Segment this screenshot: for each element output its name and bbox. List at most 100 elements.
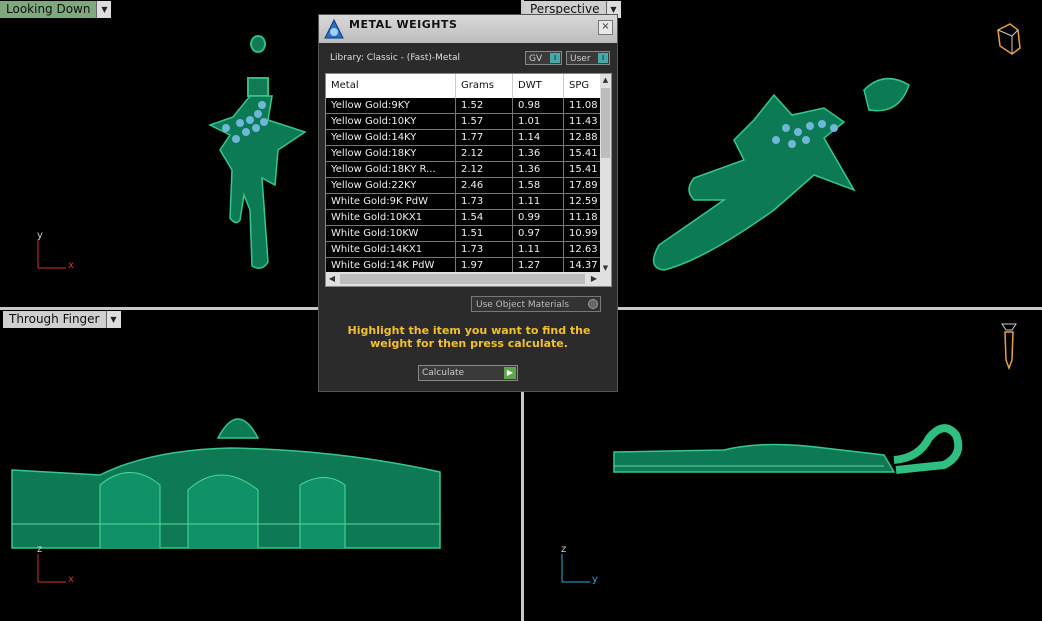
cell-grams: 1.52 [456,98,513,113]
scroll-up-icon[interactable]: ▲ [600,74,611,86]
scroll-right-icon[interactable]: ▶ [588,272,600,286]
cell-dwt: 1.36 [513,146,564,161]
horizontal-scrollbar[interactable]: ◀ ▶ [326,272,611,286]
toggle-switch-icon: I [598,53,608,63]
cell-spg: 11.08 [564,98,601,113]
radio-icon[interactable] [588,299,598,309]
cell-dwt: 1.11 [513,194,564,209]
cell-grams: 1.97 [456,258,513,273]
cell-dwt: 1.01 [513,114,564,129]
cell-spg: 11.43 [564,114,601,129]
dialog-title: METAL WEIGHTS [349,18,458,31]
user-toggle[interactable]: User I [566,51,610,65]
axis-label-z: z [561,544,567,555]
cell-metal: White Gold:10KW [326,226,456,241]
dialog-title-bar[interactable]: METAL WEIGHTS × [319,15,617,43]
instruction-text: Highlight the item you want to find the … [347,324,591,350]
cell-grams: 2.12 [456,146,513,161]
library-label: Library: Classic - (Fast)-Metal [330,53,461,63]
cell-spg: 12.59 [564,194,601,209]
cell-metal: Yellow Gold:14KY [326,130,456,145]
cell-metal: Yellow Gold:18KY [326,146,456,161]
scroll-thumb[interactable] [601,88,610,158]
table-row[interactable]: Yellow Gold:9KY 1.52 0.98 11.08 [326,98,601,114]
cell-dwt: 0.97 [513,226,564,241]
cell-grams: 1.73 [456,194,513,209]
cell-spg: 11.18 [564,210,601,225]
close-button[interactable]: × [598,20,613,35]
table-row[interactable]: White Gold:10KX1 1.54 0.99 11.18 [326,210,601,226]
cell-dwt: 1.58 [513,178,564,193]
app-logo-icon [324,18,344,39]
axis-gizmo: z y [558,544,608,591]
axis-label-x: x [68,574,74,585]
cell-grams: 1.77 [456,130,513,145]
table-row[interactable]: Yellow Gold:14KY 1.77 1.14 12.88 [326,130,601,146]
cell-metal: White Gold:9K PdW [326,194,456,209]
toggle-switch-icon: I [550,53,560,63]
cell-spg: 10.99 [564,226,601,241]
cell-spg: 17.89 [564,178,601,193]
table-row[interactable]: White Gold:14KX1 1.73 1.11 12.63 [326,242,601,258]
view-cube-icon[interactable] [994,320,1024,374]
column-header-dwt[interactable]: DWT [513,74,564,98]
table-body: Yellow Gold:9KY 1.52 0.98 11.08 Yellow Gold:… [326,98,601,274]
cell-dwt: 1.36 [513,162,564,177]
cell-spg: 12.63 [564,242,601,257]
column-header-grams[interactable]: Grams [456,74,513,98]
axis-gizmo: y x [34,230,84,277]
cell-grams: 1.57 [456,114,513,129]
cell-spg: 14.37 [564,258,601,273]
scroll-thumb[interactable] [340,274,585,284]
cell-dwt: 0.99 [513,210,564,225]
axis-label-x: x [68,260,74,271]
table-row[interactable]: White Gold:9K PdW 1.73 1.11 12.59 [326,194,601,210]
dropdown-arrow-icon[interactable]: ▼ [105,311,121,328]
metal-table[interactable]: Metal Grams DWT SPG Yellow Gold:9KY 1.52 0… [325,73,612,287]
cell-spg: 12.88 [564,130,601,145]
cell-metal: Yellow Gold:22KY [326,178,456,193]
cell-dwt: 1.11 [513,242,564,257]
use-object-materials-label: Use Object Materials [476,300,570,310]
cell-grams: 2.46 [456,178,513,193]
table-row[interactable]: Yellow Gold:22KY 2.46 1.58 17.89 [326,178,601,194]
cell-metal: White Gold:10KX1 [326,210,456,225]
viewport-title: Looking Down [0,1,97,18]
axis-label-z: z [37,544,43,555]
axis-label-y: y [592,574,598,585]
gv-toggle[interactable]: GV I [525,51,562,65]
metal-weights-dialog: METAL WEIGHTS × Library: Classic - (Fast… [318,14,618,392]
viewport-title: Through Finger [3,311,106,328]
column-header-metal[interactable]: Metal [326,74,456,98]
cell-metal: Yellow Gold:10KY [326,114,456,129]
cell-metal: Yellow Gold:9KY [326,98,456,113]
cell-grams: 1.73 [456,242,513,257]
use-object-materials-option[interactable]: Use Object Materials [471,296,601,312]
cell-dwt: 1.14 [513,130,564,145]
axis-label-y: y [37,230,43,241]
calculate-label: Calculate [422,368,465,378]
cell-grams: 1.51 [456,226,513,241]
cell-spg: 15.41 [564,162,601,177]
axis-gizmo: z x [34,544,84,591]
viewport-label-looking-down[interactable]: Looking Down ▼ [0,1,112,18]
cell-spg: 15.41 [564,146,601,161]
view-cube-icon[interactable] [990,20,1030,60]
cell-metal: Yellow Gold:18KY R... [326,162,456,177]
column-header-spg[interactable]: SPG [564,74,601,98]
scroll-left-icon[interactable]: ◀ [326,272,338,286]
table-row[interactable]: Yellow Gold:18KY R... 2.12 1.36 15.41 [326,162,601,178]
user-toggle-label: User [570,54,591,64]
cell-dwt: 1.27 [513,258,564,273]
cell-metal: White Gold:14K PdW [326,258,456,273]
gv-toggle-label: GV [529,54,543,64]
vertical-scrollbar[interactable]: ▲ ▼ [600,74,611,274]
cell-metal: White Gold:14KX1 [326,242,456,257]
table-row[interactable]: White Gold:10KW 1.51 0.97 10.99 [326,226,601,242]
calculate-button[interactable]: Calculate ▶ [418,365,518,381]
table-header: Metal Grams DWT SPG [326,74,601,98]
viewport-label-through-finger[interactable]: Through Finger ▼ [3,311,121,328]
dropdown-arrow-icon[interactable]: ▼ [96,1,112,18]
table-row[interactable]: Yellow Gold:18KY 2.12 1.36 15.41 [326,146,601,162]
table-row[interactable]: Yellow Gold:10KY 1.57 1.01 11.43 [326,114,601,130]
